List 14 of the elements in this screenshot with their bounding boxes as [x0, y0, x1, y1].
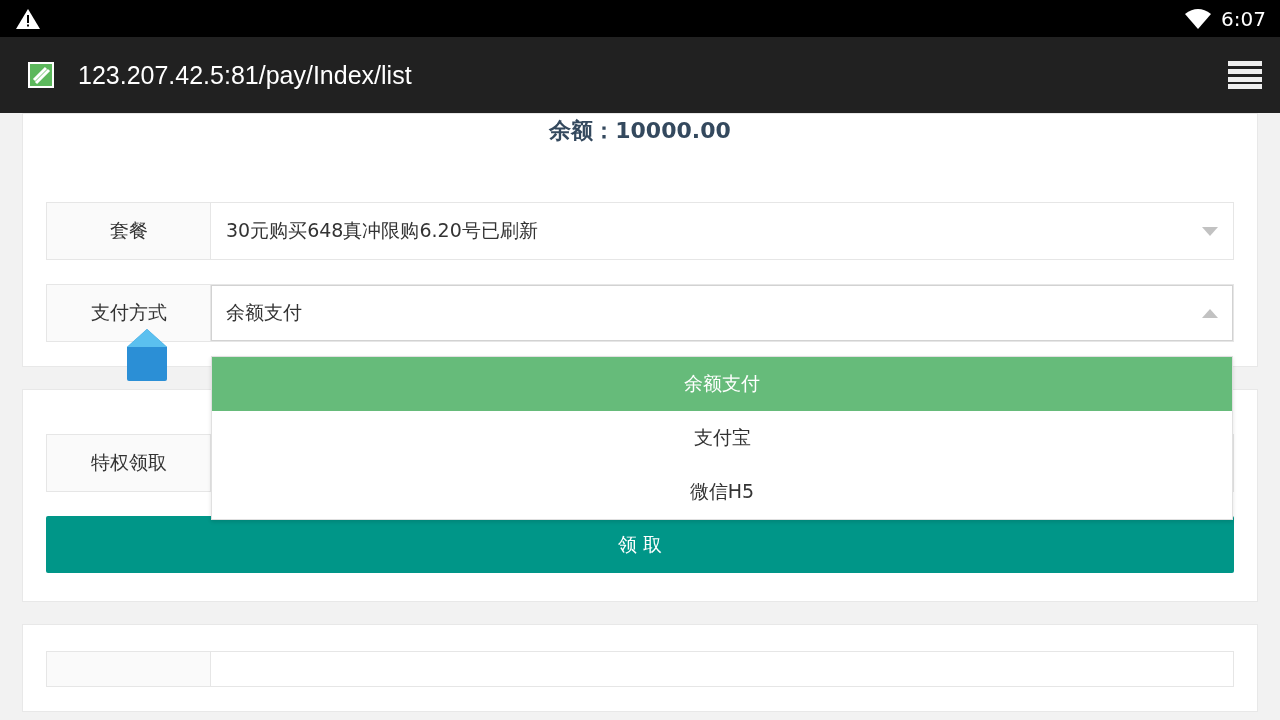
- field-label: 特权领取: [47, 435, 211, 491]
- field-label: 支付方式: [47, 285, 211, 341]
- caret-up-icon: [1202, 308, 1218, 318]
- select-field[interactable]: 余额支付: [211, 285, 1233, 341]
- site-favicon-icon: [28, 62, 54, 88]
- warning-icon: [16, 8, 40, 29]
- clock-time: 6:07: [1221, 6, 1266, 31]
- claim-button[interactable]: 领 取: [46, 516, 1234, 573]
- balance-amount: 余额：10000.00: [548, 117, 732, 145]
- wifi-icon: [1185, 8, 1212, 29]
- dropdown-option[interactable]: 支付宝: [212, 411, 1232, 465]
- dropdown-option[interactable]: 微信H5: [212, 465, 1232, 519]
- text-cursor-handle[interactable]: [127, 329, 167, 381]
- menu-icon[interactable]: [1228, 61, 1262, 89]
